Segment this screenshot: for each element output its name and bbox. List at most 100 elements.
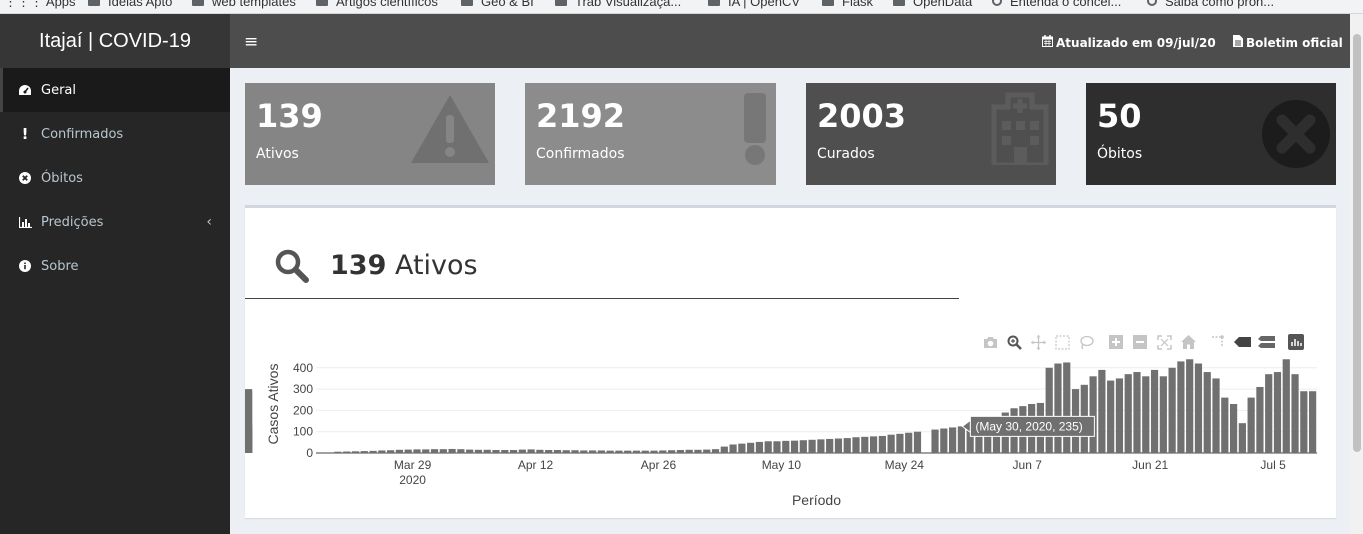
sidebar-item-geral[interactable]: Geral: [0, 68, 230, 112]
chart-bar: [685, 449, 693, 453]
bookmark-folder[interactable]: Flask: [822, 0, 873, 9]
chart-bar: [1238, 423, 1246, 453]
chart-bar: [1168, 367, 1176, 453]
chart-bar: [430, 449, 439, 453]
x-axis-label: Período: [792, 492, 841, 508]
y-tick-label: 400: [293, 361, 313, 375]
sidebar-item-label: Sobre: [41, 258, 79, 274]
bookmark-folder[interactable]: OpenData: [893, 0, 972, 9]
chart-bar: [1282, 359, 1290, 453]
zoom-icon[interactable]: [1005, 333, 1023, 351]
bookmark-folder[interactable]: IA | OpenCV: [708, 0, 800, 9]
chart-bar: [387, 450, 395, 453]
plotly-logo-icon[interactable]: [1287, 333, 1305, 351]
infobox-ativos[interactable]: 139 Ativos: [245, 83, 495, 185]
scrollbar-thumb[interactable]: [1353, 34, 1361, 452]
folder-icon: [461, 0, 473, 6]
updated-date-link[interactable]: Atualizado em 09/jul/20: [1042, 35, 1216, 50]
box-select-icon[interactable]: [1053, 333, 1071, 351]
globe-icon: [992, 0, 1002, 6]
chart-bar: [553, 450, 562, 453]
spike-lines-icon[interactable]: [1209, 333, 1227, 351]
home-icon[interactable]: [1179, 333, 1197, 351]
file-icon: [1233, 35, 1243, 50]
lasso-select-icon[interactable]: [1077, 333, 1095, 351]
chart-bar: [887, 434, 895, 453]
infobox-label: Curados: [817, 146, 875, 162]
sidebar-item-predicoes[interactable]: Predições ‹: [0, 200, 230, 244]
sidebar-item-sobre[interactable]: Sobre: [0, 244, 230, 288]
bookmark-folder[interactable]: Ideias Apto: [88, 0, 172, 9]
chart-bar: [659, 450, 667, 453]
chart-bar: [650, 450, 658, 453]
hospital-icon: [988, 91, 1052, 169]
chart-bar: [448, 448, 456, 453]
chart-bar: [1203, 372, 1211, 453]
chart-bar: [509, 450, 518, 453]
infobox-number: 139: [256, 97, 323, 135]
hover-closest-icon[interactable]: [1233, 333, 1251, 351]
exclamation-icon: [742, 93, 768, 169]
chart-bar: [878, 435, 886, 453]
bookmark-link[interactable]: Saiba como pron...: [1147, 0, 1274, 9]
chart-bar: [1115, 378, 1124, 453]
chart-bar: [703, 449, 711, 453]
chart-bar: [1107, 380, 1115, 453]
times-circle-icon: [1260, 98, 1332, 174]
bookmark-folder[interactable]: web templates: [192, 0, 296, 9]
search-header: 139 Ativos: [245, 241, 959, 299]
chart-bar: [1080, 384, 1088, 453]
chart-bar: [545, 450, 553, 453]
zoom-in-icon[interactable]: [1107, 333, 1125, 351]
chart-bar: [1133, 372, 1141, 453]
bookmark-apps[interactable]: ⋮⋮⋮ Apps: [4, 0, 76, 10]
bookmark-link[interactable]: Entenda o concei...: [992, 0, 1121, 9]
sidebar-item-confirmados[interactable]: ! Confirmados: [0, 112, 230, 156]
chart-bar: [720, 446, 728, 453]
chart-bar: [1212, 378, 1220, 453]
chart-bar: [413, 449, 421, 453]
bookmark-folder[interactable]: Geo & BI: [461, 0, 534, 9]
x-tick-label: Apr 26: [641, 458, 677, 472]
app-title[interactable]: Itajaí | COVID-19: [0, 14, 230, 68]
menu-toggle-icon[interactable]: ≡: [244, 32, 258, 52]
folder-icon: [316, 0, 328, 6]
infobox-confirmados[interactable]: 2192 Confirmados: [525, 83, 776, 185]
official-bulletin-link[interactable]: Boletim oficial: [1233, 35, 1343, 50]
chart-bar: [668, 450, 676, 453]
tooltip-text: (May 30, 2020, 235): [975, 419, 1082, 433]
chart-bar: [466, 449, 474, 453]
chart-bar: [483, 449, 491, 453]
warning-icon: [409, 93, 491, 169]
chart-bar: [852, 437, 860, 453]
chart-bar: [615, 450, 623, 453]
apps-icon: ⋮⋮⋮: [4, 0, 43, 9]
y-axis-label: Casos Ativos: [265, 364, 281, 445]
hover-compare-icon[interactable]: [1257, 333, 1275, 351]
chart-bar: [1071, 389, 1080, 453]
chart-bar: [817, 439, 825, 453]
chart-bar: [790, 440, 799, 453]
chart-bar: [597, 450, 605, 453]
page-scrollbar[interactable]: [1350, 14, 1363, 534]
autoscale-icon[interactable]: [1155, 333, 1173, 351]
bookmark-folder[interactable]: Trab Visualizaçã...: [555, 0, 681, 9]
infobox-curados[interactable]: 2003 Curados: [806, 83, 1056, 185]
sidebar-item-obitos[interactable]: Óbitos: [0, 156, 230, 200]
pan-icon[interactable]: [1029, 333, 1047, 351]
chart-bar: [957, 426, 965, 453]
camera-icon[interactable]: [981, 333, 999, 351]
infobox-number: 2003: [817, 97, 907, 135]
chart-bar: [624, 450, 632, 453]
tooltip-pointer: [961, 419, 971, 434]
chart-bar: [1229, 404, 1238, 453]
bookmark-folder[interactable]: Artigos científicos: [316, 0, 438, 9]
chart-bar: [474, 449, 483, 453]
chart-bar: [1256, 386, 1264, 453]
chart-bar: [606, 450, 614, 453]
info-circle-icon: [18, 260, 32, 272]
chart-bar: [738, 443, 746, 453]
infobox-obitos[interactable]: 50 Óbitos: [1086, 83, 1336, 185]
zoom-out-icon[interactable]: [1131, 333, 1149, 351]
chart-bar: [799, 440, 807, 453]
